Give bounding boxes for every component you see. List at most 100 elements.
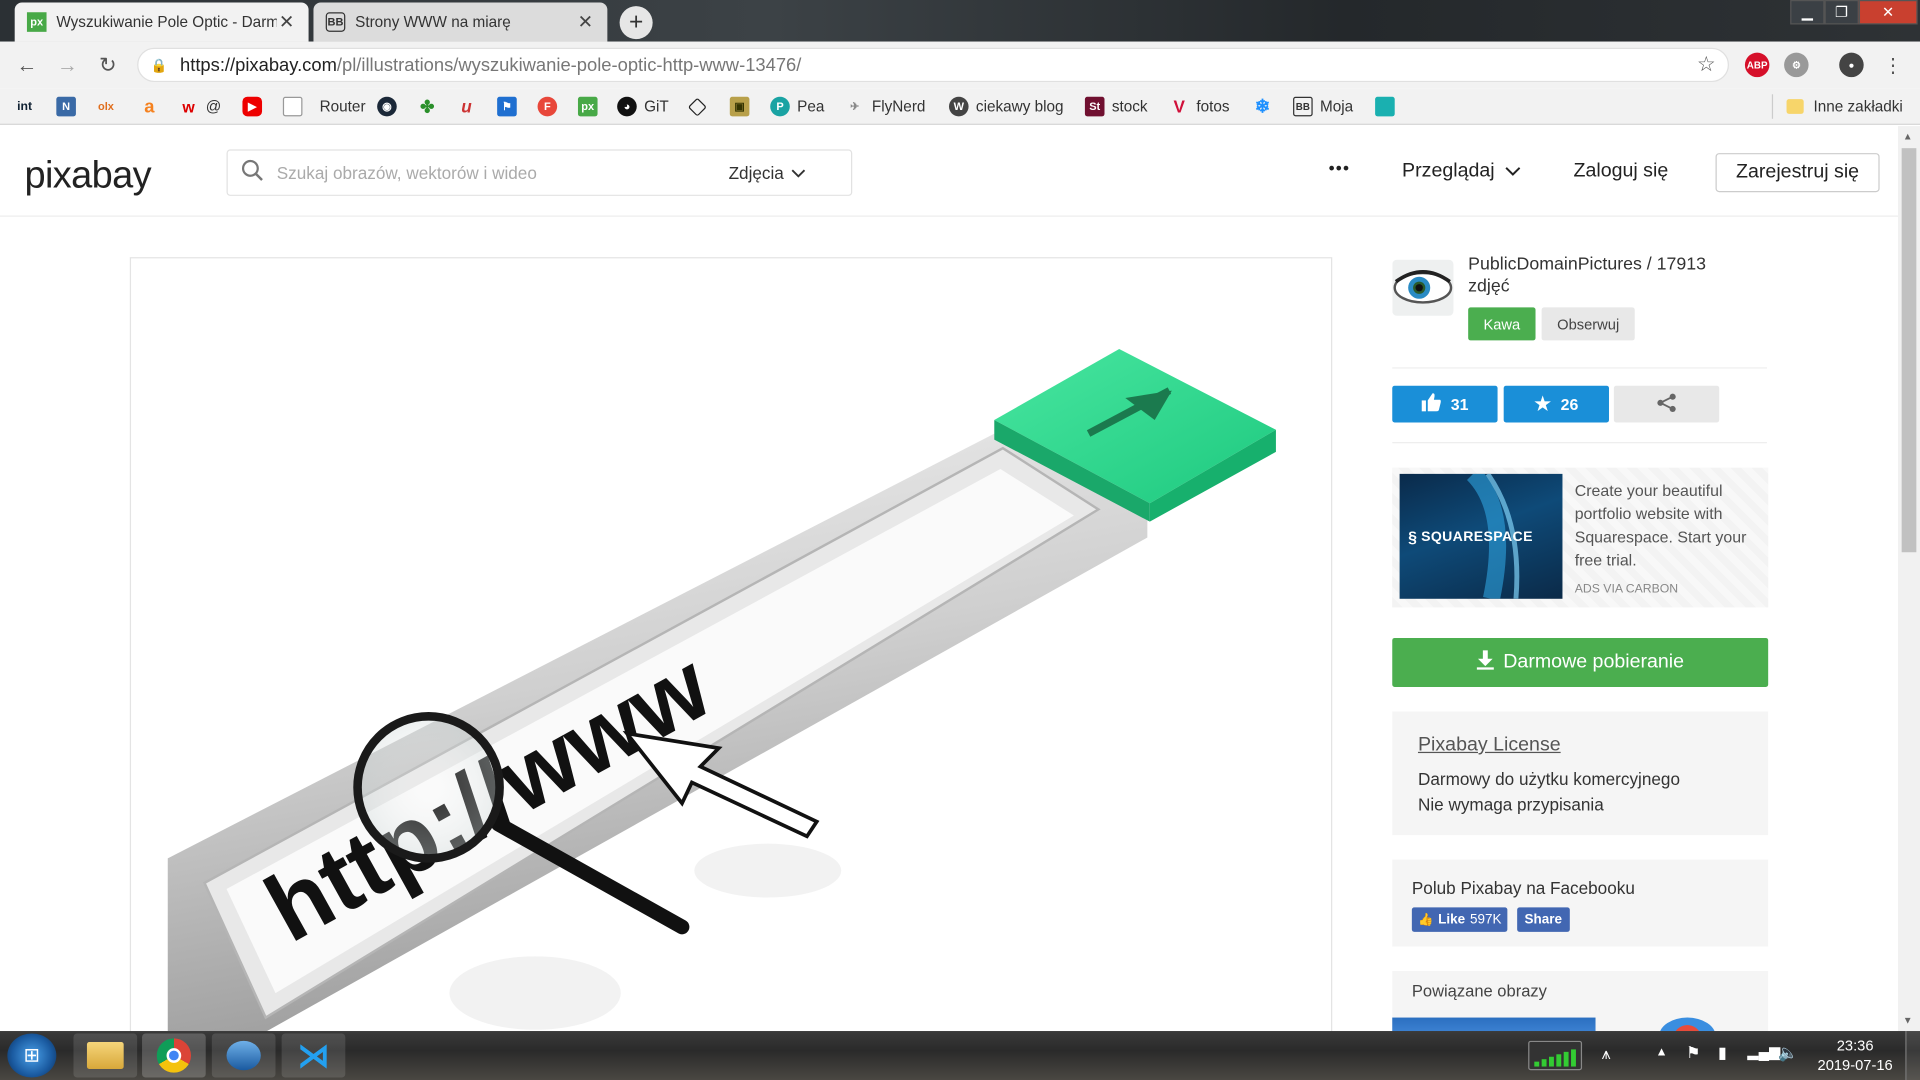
back-icon[interactable]: ← — [13, 53, 40, 80]
download-label: Darmowe pobieranie — [1503, 651, 1685, 673]
share-button[interactable] — [1613, 385, 1720, 423]
bookmark-teal[interactable] — [1375, 94, 1402, 118]
plane-icon: ✈ — [850, 99, 860, 113]
bookmark-allegro[interactable]: a — [140, 94, 167, 118]
bookmark-ciekawy-blog[interactable]: Wciekawy blog — [948, 94, 1064, 118]
reload-icon[interactable]: ↻ — [94, 53, 121, 80]
bookmark-stock[interactable]: St stock — [1084, 94, 1148, 118]
scroll-up-icon[interactable]: ▲ — [1903, 131, 1913, 142]
browse-menu[interactable]: Przeglądaj — [1402, 160, 1520, 182]
pixabay-logo[interactable]: pixabay — [24, 153, 151, 197]
url-path: /pl/illustrations/wyszukiwanie-pole-opti… — [336, 54, 802, 76]
battery-icon[interactable]: ▮ — [1718, 1043, 1727, 1063]
bookmark-github[interactable]: ◕ GiT — [617, 94, 669, 118]
bookmark-router[interactable]: Router — [282, 94, 366, 118]
forward-icon[interactable]: → — [54, 53, 81, 80]
bookmark-youtube[interactable]: ▶ — [242, 94, 269, 118]
star-icon: ★ — [1534, 394, 1551, 416]
bookmark-moja[interactable]: BB Moja — [1293, 94, 1353, 118]
page-scrollbar[interactable]: ▲ ▼ — [1897, 126, 1920, 1032]
download-icon — [1476, 649, 1494, 676]
close-icon[interactable]: ✕ — [277, 11, 297, 33]
action-center-flag-icon[interactable]: ⚑ — [1686, 1043, 1700, 1063]
wireless-icon[interactable]: ⩚ — [1602, 1044, 1611, 1064]
bookmark-game[interactable]: ▣ — [729, 94, 757, 118]
facebook-like-button[interactable]: 👍 Like 597K — [1411, 907, 1508, 932]
author-name[interactable]: PublicDomainPictures / 17913 — [1468, 253, 1750, 275]
bookmark-olx[interactable]: olx — [98, 94, 121, 118]
favorite-button[interactable]: ★ 26 — [1503, 385, 1609, 423]
network-meter-icon[interactable] — [1528, 1040, 1583, 1071]
carbon-ad[interactable]: § SQUARESPACE Create your beautiful port… — [1392, 467, 1769, 608]
bookmark-steam[interactable]: ◉ — [377, 94, 404, 118]
bookmark-int[interactable]: int — [17, 94, 39, 118]
license-title[interactable]: Pixabay License — [1418, 735, 1561, 757]
squarespace-logo: § SQUARESPACE — [1408, 528, 1533, 546]
author-avatar[interactable] — [1392, 259, 1454, 316]
squarespace-icon: § — [1408, 527, 1418, 547]
tab-strony-www[interactable]: BB Strony WWW na miarę ✕ — [313, 2, 608, 42]
license-attribution: Nie wymaga przypisania — [1417, 794, 1604, 815]
search-input[interactable] — [276, 162, 729, 183]
minimize-window-button[interactable]: ▁ — [1790, 0, 1825, 25]
signal-icon[interactable]: ▂▄▆ — [1747, 1043, 1780, 1060]
bookmark-fotos[interactable]: Vfotos — [1169, 94, 1229, 118]
volume-icon[interactable]: 🔈 — [1778, 1043, 1798, 1063]
facebook-box: Polub Pixabay na Facebooku 👍 Like 597K S… — [1392, 859, 1769, 947]
fb-like-count: 597K — [1469, 912, 1502, 927]
bookmark-star-icon[interactable]: ☆ — [1697, 53, 1716, 77]
bookmark-px[interactable]: px — [577, 94, 605, 118]
bookmark-other[interactable]: Inne zakładki — [1786, 94, 1903, 118]
login-link[interactable]: Zaloguj się — [1573, 160, 1668, 182]
bookmark-label: FlyNerd — [871, 97, 926, 116]
bookmark-codepen[interactable] — [687, 94, 712, 118]
adblock-plus-icon[interactable]: ABP — [1744, 52, 1770, 78]
show-desktop-button[interactable] — [1905, 1031, 1920, 1080]
thumbs-up-icon: 👍 — [1417, 912, 1434, 927]
ad-image[interactable]: § SQUARESPACE — [1399, 473, 1563, 599]
close-icon[interactable]: ✕ — [576, 11, 596, 33]
scrollbar-thumb[interactable] — [1901, 148, 1917, 553]
taskbar-clock[interactable]: 23:36 2019-07-16 — [1812, 1036, 1898, 1075]
ad-footer[interactable]: ADS VIA CARBON — [1575, 583, 1678, 596]
bookmark-snowflake[interactable]: ❄ — [1253, 94, 1280, 118]
like-button[interactable]: 31 — [1392, 385, 1498, 423]
int-icon: int — [17, 99, 33, 114]
follow-button[interactable]: Obserwuj — [1541, 307, 1635, 341]
download-button[interactable]: Darmowe pobieranie — [1392, 637, 1769, 687]
start-button[interactable]: ⊞ — [7, 1033, 57, 1078]
new-tab-button[interactable]: + — [619, 6, 653, 40]
bookmark-flynerd[interactable]: ✈ FlyNerd — [845, 94, 926, 118]
bookmarks-separator — [1771, 94, 1774, 119]
ad-text[interactable]: Create your beautiful portfolio website … — [1575, 479, 1759, 572]
bookmark-wp-mail[interactable]: w @ — [179, 94, 221, 118]
bookmark-pea[interactable]: P Pea — [770, 94, 824, 118]
search-icon[interactable] — [228, 159, 277, 187]
steam-icon: ◉ — [377, 96, 397, 117]
bookmark-f[interactable]: F — [537, 94, 565, 118]
search-type-dropdown[interactable]: Zdjęcia — [729, 163, 851, 182]
tab-pixabay[interactable]: px Wyszukiwanie Pole Optic - Darm ✕ — [14, 2, 309, 42]
more-menu-icon[interactable]: ••• — [1329, 158, 1351, 178]
register-button[interactable]: Zarejestruj się — [1715, 153, 1880, 193]
taskbar-thunderbird[interactable] — [211, 1033, 276, 1078]
restore-window-button[interactable]: ❐ — [1824, 0, 1859, 25]
taskbar-explorer[interactable] — [73, 1033, 138, 1078]
extension-gear-icon[interactable]: ⚙ — [1784, 52, 1809, 78]
tray-expand-icon[interactable]: ▲ — [1656, 1046, 1668, 1059]
close-window-button[interactable]: ✕ — [1858, 0, 1918, 25]
address-bar[interactable]: 🔒 https://pixabay.com/pl/illustrations/w… — [137, 47, 1729, 83]
main-image[interactable]: http://www — [129, 257, 1333, 1041]
scroll-down-icon[interactable]: ▼ — [1903, 1015, 1913, 1026]
facebook-share-button[interactable]: Share — [1517, 907, 1570, 932]
profile-avatar-icon[interactable]: ● — [1839, 52, 1864, 78]
bookmark-flag[interactable]: ⚑ — [497, 94, 524, 118]
menu-kebab-icon[interactable]: ⋮ — [1880, 53, 1907, 80]
bookmark-n[interactable]: N — [56, 94, 83, 118]
bookmark-u[interactable]: u — [457, 94, 484, 118]
coffee-button[interactable]: Kawa — [1468, 307, 1536, 341]
taskbar-chrome[interactable] — [142, 1033, 206, 1078]
divider — [1392, 367, 1767, 369]
taskbar-vscode[interactable]: ⋊ — [281, 1033, 346, 1078]
bookmark-green[interactable]: ✤ — [418, 94, 445, 118]
